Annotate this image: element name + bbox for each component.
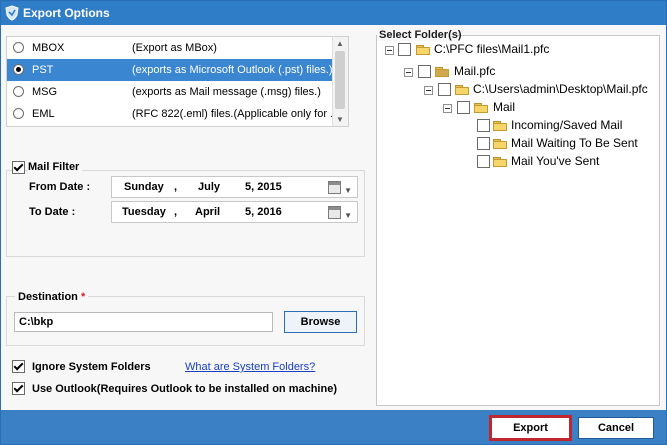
scrollbar-thumb[interactable] xyxy=(335,51,345,109)
folder-tree[interactable]: C:\PFC files\Mail1.pfc Mail.pfc C:\Users… xyxy=(376,35,660,406)
folder-icon xyxy=(493,120,508,131)
format-list-scrollbar[interactable]: ▲ ▼ xyxy=(332,37,348,126)
to-month: April xyxy=(195,206,221,218)
to-sep: , xyxy=(174,206,178,218)
tree-node-mail-pfc[interactable]: Mail.pfc xyxy=(454,64,495,78)
tree-node-waiting[interactable]: Mail Waiting To Be Sent xyxy=(511,136,638,150)
dropdown-arrow-icon[interactable]: ▼ xyxy=(344,211,352,220)
app-shield-icon xyxy=(5,5,19,21)
ignore-system-folders-label: Ignore System Folders xyxy=(32,361,151,373)
collapse-icon[interactable] xyxy=(443,104,452,113)
format-name: PST xyxy=(32,64,54,76)
title-bar: Export Options xyxy=(1,1,666,25)
calendar-icon[interactable]: ▼ xyxy=(328,206,352,220)
collapse-icon[interactable] xyxy=(385,46,394,55)
format-description: (RFC 822(.eml) files.(Applicable only fo… xyxy=(132,108,340,120)
format-name: EML xyxy=(32,108,55,120)
to-date-picker[interactable]: Tuesday , April 5, 2016 ▼ xyxy=(111,201,358,223)
tree-checkbox[interactable] xyxy=(418,65,431,78)
tree-node-mail[interactable]: Mail xyxy=(493,100,515,114)
ignore-system-folders-checkbox[interactable] xyxy=(12,360,25,373)
cancel-button[interactable]: Cancel xyxy=(578,417,654,439)
folder-icon xyxy=(474,102,489,113)
radio-mbox[interactable] xyxy=(13,42,24,53)
folder-icon xyxy=(493,138,508,149)
select-folders-label: Select Folder(s) xyxy=(379,29,462,41)
browse-button[interactable]: Browse xyxy=(284,311,357,333)
tree-checkbox[interactable] xyxy=(457,101,470,114)
collapse-icon[interactable] xyxy=(404,68,413,77)
tree-node-pfc-file[interactable]: C:\PFC files\Mail1.pfc xyxy=(434,42,549,56)
pfc-file-icon xyxy=(435,66,450,77)
tree-checkbox[interactable] xyxy=(477,155,490,168)
destination-label: Destination * xyxy=(15,291,89,303)
from-date-picker[interactable]: Sunday , July 5, 2015 ▼ xyxy=(111,176,358,198)
folder-icon xyxy=(493,156,508,167)
window-title: Export Options xyxy=(23,6,110,20)
export-button[interactable]: Export xyxy=(489,415,572,441)
calendar-icon[interactable]: ▼ xyxy=(328,181,352,195)
from-weekday: Sunday xyxy=(124,181,164,193)
tree-checkbox[interactable] xyxy=(477,137,490,150)
tree-checkbox[interactable] xyxy=(438,83,451,96)
format-list[interactable]: MBOX (Export as MBox) PST (exports as Mi… xyxy=(6,36,349,127)
tree-node-sent[interactable]: Mail You've Sent xyxy=(511,154,599,168)
export-options-window: Export Options MBOX (Export as MBox) PST… xyxy=(0,0,667,445)
format-option-pst[interactable]: PST (exports as Microsoft Outlook (.pst)… xyxy=(7,59,348,81)
format-name: MBOX xyxy=(32,42,65,54)
from-month: July xyxy=(198,181,221,193)
scroll-up-icon[interactable]: ▲ xyxy=(336,39,344,48)
tree-checkbox[interactable] xyxy=(398,43,411,56)
radio-pst[interactable] xyxy=(13,64,24,75)
destination-path-input[interactable] xyxy=(14,312,273,332)
tree-node-desktop-pfc[interactable]: C:\Users\admin\Desktop\Mail.pfc xyxy=(473,82,648,96)
dialog-body: MBOX (Export as MBox) PST (exports as Mi… xyxy=(1,25,666,410)
from-dayyear: 5, 2015 xyxy=(245,181,282,193)
from-date-label: From Date : xyxy=(29,181,91,193)
radio-msg[interactable] xyxy=(13,86,24,97)
format-description: (Export as MBox) xyxy=(132,42,217,54)
footer-bar: Export Cancel xyxy=(1,410,666,444)
use-outlook-checkbox[interactable] xyxy=(12,382,25,395)
format-name: MSG xyxy=(32,86,58,98)
mail-filter-checkbox[interactable] xyxy=(12,161,25,174)
required-mark: * xyxy=(80,291,86,303)
format-description: (exports as Mail message (.msg) files.) xyxy=(132,86,321,98)
dropdown-arrow-icon[interactable]: ▼ xyxy=(344,186,352,195)
folder-icon xyxy=(455,84,470,95)
scroll-down-icon[interactable]: ▼ xyxy=(336,115,344,124)
folder-icon xyxy=(416,44,431,55)
to-weekday: Tuesday xyxy=(122,206,166,218)
format-option-msg[interactable]: MSG (exports as Mail message (.msg) file… xyxy=(7,81,348,103)
tree-checkbox[interactable] xyxy=(477,119,490,132)
destination-label-text: Destination xyxy=(18,291,78,303)
mail-filter-label: Mail Filter xyxy=(28,161,83,173)
to-date-label: To Date : xyxy=(29,206,76,218)
collapse-icon[interactable] xyxy=(424,86,433,95)
system-folders-help-link[interactable]: What are System Folders? xyxy=(185,361,315,373)
format-description: (exports as Microsoft Outlook (.pst) fil… xyxy=(132,64,333,76)
use-outlook-label: Use Outlook(Requires Outlook to be insta… xyxy=(32,383,337,395)
from-sep: , xyxy=(174,181,178,193)
format-option-mbox[interactable]: MBOX (Export as MBox) xyxy=(7,37,348,59)
format-option-eml[interactable]: EML (RFC 822(.eml) files.(Applicable onl… xyxy=(7,103,348,125)
tree-node-incoming[interactable]: Incoming/Saved Mail xyxy=(511,118,622,132)
radio-eml[interactable] xyxy=(13,108,24,119)
to-dayyear: 5, 2016 xyxy=(245,206,282,218)
